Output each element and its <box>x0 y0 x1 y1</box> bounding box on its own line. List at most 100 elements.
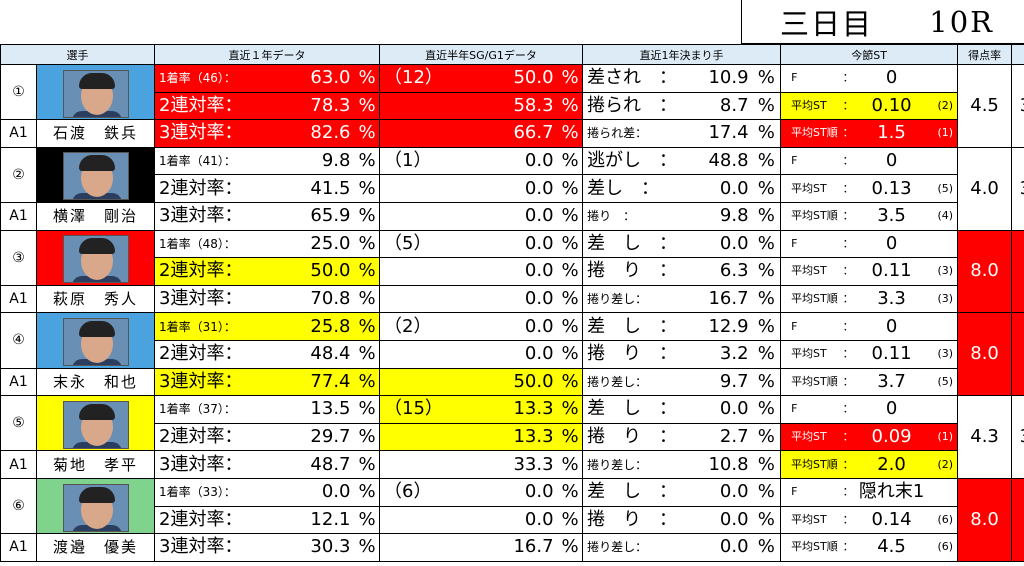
win-rate-value: 25.8 <box>264 312 355 341</box>
win-rate-label: 1着率（33）： <box>154 477 265 507</box>
win-rate-label: 3連対率： <box>154 533 265 562</box>
st-rank: (5) <box>930 367 959 397</box>
st-sep: ： <box>842 312 853 341</box>
win-rate-label: 1着率（37）： <box>154 395 265 424</box>
win-rate-pct: % <box>354 367 381 397</box>
racer-class: A1 <box>0 367 37 397</box>
st-value: 0 <box>852 64 931 93</box>
st-value: 4.5 <box>852 533 931 562</box>
win-rate-label: 3連対率： <box>154 119 265 148</box>
kimarite-label: 捲られ差： <box>582 119 683 148</box>
win-rate-pct: % <box>354 119 381 148</box>
header-recent-half: 直近半年SG/G1データ <box>379 44 584 65</box>
sg-rate-value: 33.3 <box>439 450 558 479</box>
kimarite-value: 0.0 <box>682 505 753 535</box>
kimarite-label: 差し ： <box>582 174 683 203</box>
st-sep: ： <box>842 533 853 562</box>
st-sep: ： <box>842 505 853 535</box>
win-rate-value: 48.4 <box>264 339 355 369</box>
sg-rate-pct: % <box>557 91 584 121</box>
st-sep: ： <box>842 395 853 424</box>
win-rate-pct: % <box>354 284 381 314</box>
sg-rate-value: 0.0 <box>439 477 558 507</box>
table-row: A1 石渡 鉄兵 3連対率： 82.6% 66.7% 捲られ差： 17.4% 平均ST順： 1.… <box>0 119 1024 148</box>
kimarite-value: 16.7 <box>682 284 753 314</box>
sg-rate-value: 13.3 <box>439 422 558 452</box>
kimarite-label: 捲り差し： <box>582 533 683 562</box>
racer-class: A1 <box>0 119 37 148</box>
sg-count: （5） <box>379 229 440 259</box>
racer-class: A1 <box>0 284 37 314</box>
st-value: 0.11 <box>852 257 931 286</box>
sg-rate-value: 0.0 <box>439 284 558 314</box>
header-row: 選手 直近１年データ 直近半年SG/G1データ 直近1年決まり手 今節ST 得点… <box>0 44 1024 65</box>
kimarite-value: 9.7 <box>682 367 753 397</box>
st-sep: ： <box>842 119 853 148</box>
sg-rate-value: 0.0 <box>439 505 558 535</box>
kimarite-pct: % <box>752 422 782 452</box>
st-label: 平均ST <box>780 257 843 286</box>
table-row: A1 横澤 剛治 3連対率： 65.9% 0.0% 捲り ： 9.8% 平均ST順： 3.5 (4… <box>0 201 1024 231</box>
sg-rate-value: 16.7 <box>439 533 558 562</box>
st-label: 平均ST <box>780 91 843 121</box>
waku-number: ⑤ <box>0 395 37 452</box>
st-sep: ： <box>842 450 853 479</box>
win-rate-value: 0.0 <box>264 477 355 507</box>
table-row: ②1着率（41）：9.8%（1）0.0%逃がし ：48.8%F：04.037位 <box>0 146 1024 231</box>
st-sep: ： <box>842 422 853 452</box>
kimarite-label: 捲 り ： <box>582 257 683 286</box>
st-value: 0 <box>852 229 931 259</box>
kimarite-pct: % <box>752 119 782 148</box>
sg-rate-pct: % <box>557 119 584 148</box>
kimarite-label: 差 し ： <box>582 229 683 259</box>
rank: 4位 <box>1011 477 1024 562</box>
sg-blank <box>379 339 440 369</box>
kimarite-value: 9.8 <box>682 201 753 231</box>
racer-name: 渡邉 優美 <box>36 533 155 562</box>
kimarite-value: 10.9 <box>682 64 753 93</box>
win-rate-value: 12.1 <box>264 505 355 535</box>
sg-rate-pct: % <box>557 229 584 259</box>
st-sep: ： <box>842 284 853 314</box>
kimarite-pct: % <box>752 312 782 341</box>
win-rate-value: 48.7 <box>264 450 355 479</box>
st-sep: ： <box>842 64 853 93</box>
sg-rate-pct: % <box>557 174 584 203</box>
sg-count: （15） <box>379 395 440 424</box>
sg-blank <box>379 422 440 452</box>
st-sep: ： <box>842 367 853 397</box>
win-rate-pct: % <box>354 422 381 452</box>
waku-number: ① <box>0 63 37 121</box>
waku-number: ⑥ <box>0 477 37 535</box>
kimarite-label: 捲 り ： <box>582 505 683 535</box>
st-rank <box>930 229 959 259</box>
st-label: F <box>780 64 843 93</box>
sg-rate-pct: % <box>557 533 584 562</box>
score-rate: 4.5 <box>957 64 1013 148</box>
racer-portrait-icon <box>62 69 129 118</box>
st-sep: ： <box>842 174 853 203</box>
racer-class: A1 <box>0 450 37 479</box>
sg-rate-value: 58.3 <box>439 91 558 121</box>
st-sep: ： <box>842 146 853 176</box>
kimarite-label: 捲 り ： <box>582 422 683 452</box>
st-rank: (1) <box>930 422 959 452</box>
kimarite-pct: % <box>752 201 782 231</box>
st-label: 平均ST <box>780 174 843 203</box>
rank: 36位 <box>1011 395 1024 479</box>
sg-blank <box>379 174 440 203</box>
racer-photo <box>36 477 155 535</box>
win-rate-value: 78.3 <box>264 91 355 121</box>
racer-name: 萩原 秀人 <box>36 284 155 314</box>
st-label: 平均ST <box>780 339 843 369</box>
day-label: 三日目 <box>780 6 874 41</box>
kimarite-pct: % <box>752 257 782 286</box>
header-player: 選手 <box>0 44 155 65</box>
st-label: F <box>780 477 843 507</box>
win-rate-value: 13.5 <box>264 395 355 424</box>
waku-number: ④ <box>0 312 37 369</box>
kimarite-pct: % <box>752 477 782 507</box>
st-value: 隠れ末1 <box>852 477 931 507</box>
sg-rate-value: 13.3 <box>439 395 558 424</box>
kimarite-pct: % <box>752 450 782 479</box>
